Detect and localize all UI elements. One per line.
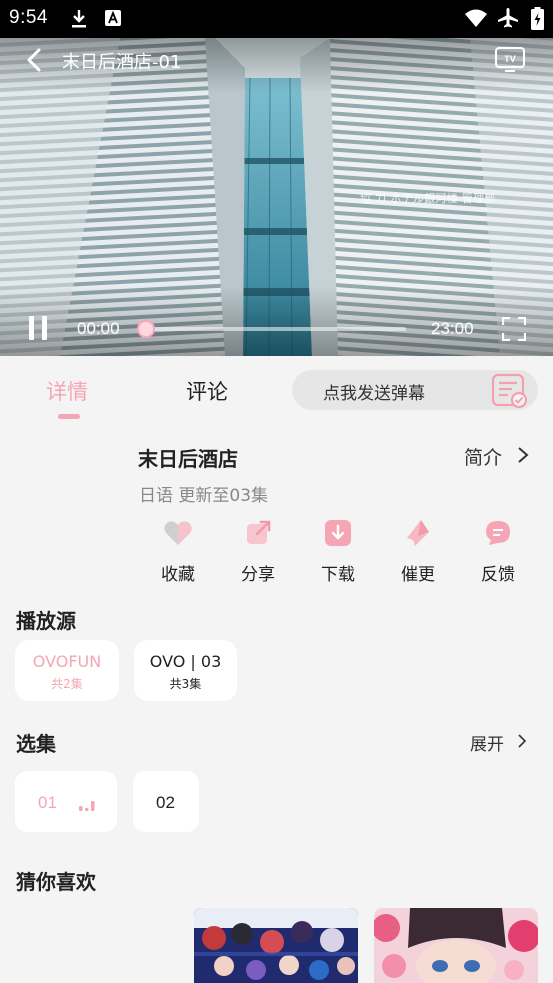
episode-label: 01 bbox=[38, 793, 57, 812]
share-label: 分享 bbox=[241, 565, 275, 585]
duration-time: 23:00 bbox=[431, 319, 474, 338]
expand-episodes-link[interactable]: 展开 bbox=[470, 730, 504, 755]
source-card-selected[interactable]: OVOFUN 共2集 bbox=[15, 640, 119, 701]
show-meta: 日语 更新至03集 bbox=[139, 486, 269, 506]
intro-link[interactable]: 简介 bbox=[464, 443, 502, 470]
tv-cast-icon[interactable]: TV bbox=[494, 45, 526, 73]
fullscreen-icon[interactable] bbox=[502, 317, 526, 341]
favorite-label: 收藏 bbox=[161, 565, 195, 585]
episodes-title: 选集 bbox=[16, 732, 56, 756]
video-title: 末日后酒店-01 bbox=[62, 52, 182, 73]
status-time: 9:54 bbox=[9, 7, 48, 28]
feedback-button[interactable]: 反馈 bbox=[468, 518, 528, 585]
boost-button[interactable]: 催更 bbox=[388, 518, 448, 585]
source-name: OVOFUN bbox=[32, 652, 102, 671]
tab-comments[interactable]: 评论 bbox=[186, 376, 228, 406]
source-count: 共3集 bbox=[169, 677, 202, 691]
active-tab-indicator bbox=[58, 414, 80, 419]
feedback-label: 反馈 bbox=[481, 565, 515, 585]
episode-card[interactable]: 02 bbox=[133, 771, 199, 832]
show-title: 末日后酒店 bbox=[138, 447, 238, 471]
download-button[interactable]: 下载 bbox=[308, 518, 368, 585]
detail-tabbar: 详情 评论 点我发送弹幕 bbox=[0, 356, 553, 426]
video-credit-caption: 協 力 ホテル銀河楼 管理部 bbox=[360, 192, 496, 205]
pause-icon[interactable] bbox=[26, 314, 50, 342]
status-bar: 9:54 bbox=[0, 0, 553, 38]
feedback-icon bbox=[486, 521, 510, 545]
playing-indicator-icon bbox=[79, 801, 95, 811]
recommend-poster-image bbox=[194, 908, 358, 983]
current-time: 00:00 bbox=[77, 319, 120, 338]
episode-card-playing[interactable]: 01 bbox=[15, 771, 117, 832]
recommend-card[interactable] bbox=[374, 908, 538, 983]
share-icon bbox=[247, 520, 271, 544]
tab-details[interactable]: 详情 bbox=[46, 376, 88, 406]
airplane-mode-icon bbox=[498, 8, 518, 28]
source-count: 共2集 bbox=[51, 677, 83, 691]
recommend-card[interactable] bbox=[194, 908, 358, 983]
download-icon bbox=[325, 520, 351, 546]
download-status-icon bbox=[72, 10, 86, 28]
boost-label: 催更 bbox=[401, 565, 435, 585]
share-button[interactable]: 分享 bbox=[228, 518, 288, 585]
sources-title: 播放源 bbox=[16, 609, 76, 633]
seek-bar[interactable] bbox=[137, 320, 406, 338]
favorite-button[interactable]: 收藏 bbox=[148, 518, 208, 585]
source-card[interactable]: OVO | 03 共3集 bbox=[134, 640, 237, 701]
source-name: OVO | 03 bbox=[149, 652, 222, 671]
chevron-right-icon[interactable] bbox=[516, 446, 530, 464]
video-player[interactable]: 末日后酒店-01 TV 協 力 ホテル銀河楼 管理部 00:00 23:00 bbox=[0, 38, 553, 356]
seek-bar-thumb[interactable] bbox=[137, 320, 155, 338]
battery-icon bbox=[531, 7, 544, 30]
danmaku-placeholder: 点我发送弹幕 bbox=[323, 384, 425, 404]
recommend-title: 猜你喜欢 bbox=[16, 870, 96, 894]
wifi-icon bbox=[465, 9, 487, 27]
boost-icon bbox=[407, 520, 429, 546]
chevron-right-icon[interactable] bbox=[516, 733, 528, 749]
app-status-icon bbox=[105, 10, 121, 26]
recommend-poster-image bbox=[374, 908, 538, 983]
download-label: 下载 bbox=[321, 565, 355, 585]
episode-label: 02 bbox=[156, 793, 175, 812]
back-arrow-icon[interactable] bbox=[22, 46, 48, 74]
danmaku-input[interactable]: 点我发送弹幕 bbox=[292, 370, 538, 410]
danmaku-settings-icon[interactable] bbox=[490, 371, 530, 409]
heart-icon bbox=[164, 521, 192, 545]
svg-text:TV: TV bbox=[504, 54, 516, 64]
